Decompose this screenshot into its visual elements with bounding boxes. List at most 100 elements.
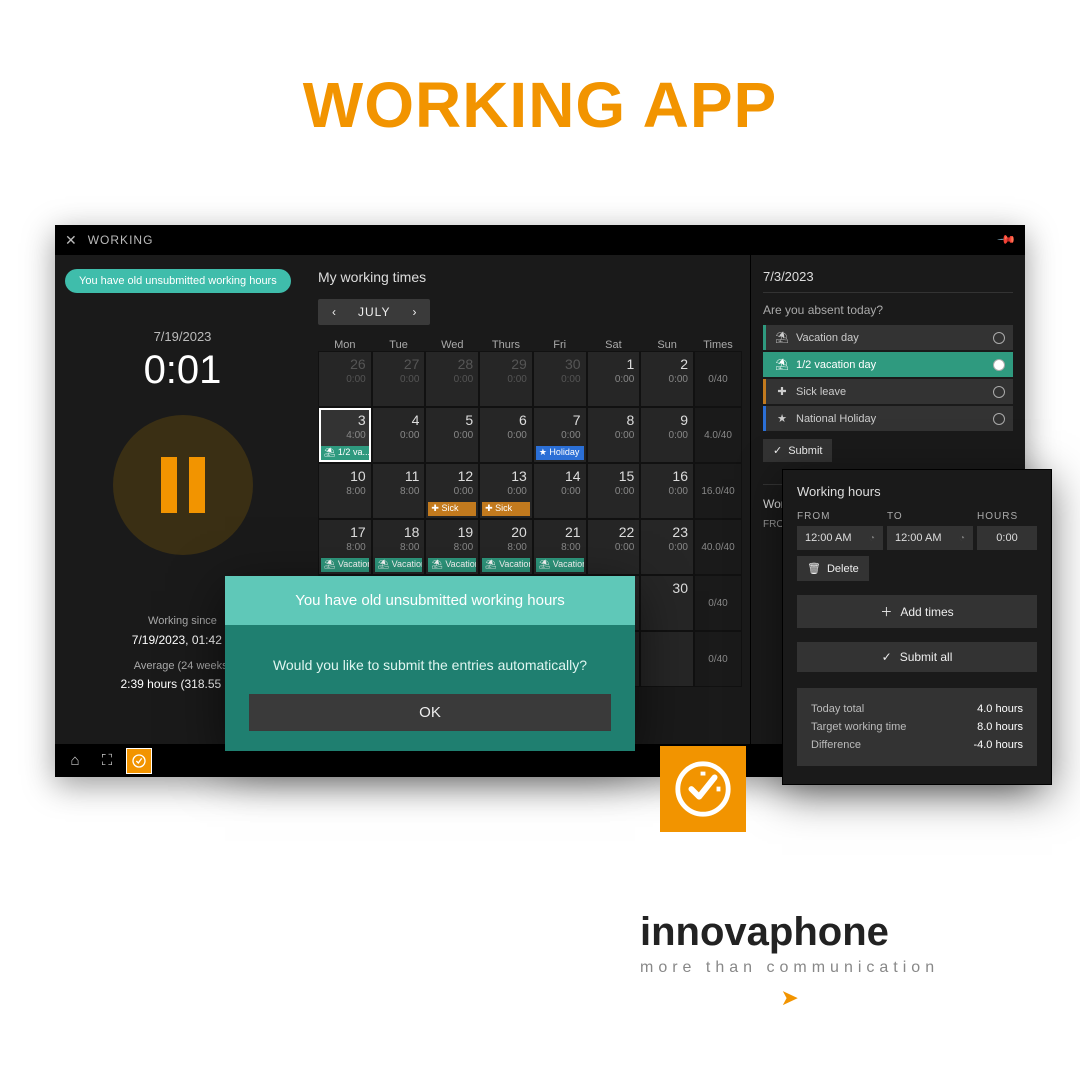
- calendar-cell[interactable]: 20:00: [640, 351, 694, 407]
- delete-label: Delete: [827, 563, 859, 575]
- calendar-cell[interactable]: 90:00: [640, 407, 694, 463]
- today-total-label: Today total: [811, 703, 864, 715]
- week-times: 0/40: [694, 351, 742, 407]
- calendar-cell[interactable]: 50:00: [425, 407, 479, 463]
- calendar-row: 260:00270:00280:00290:00300:0010:0020:00…: [318, 351, 742, 407]
- calendar-row: 108:00118:00120:00✚ Sick130:00✚ Sick140:…: [318, 463, 742, 519]
- calendar-cell[interactable]: 260:00: [318, 351, 372, 407]
- absence-label: Vacation day: [796, 332, 859, 344]
- col-from: FROM: [797, 511, 887, 522]
- submit-all-label: Submit all: [900, 650, 953, 664]
- calendar-header-cell: Wed: [425, 339, 479, 351]
- calendar-cell[interactable]: 70:00★ Holiday: [533, 407, 587, 463]
- month-navigator: ‹ JULY ›: [318, 299, 430, 325]
- prev-month-button[interactable]: ‹: [324, 303, 344, 321]
- absence-option[interactable]: ★National Holiday: [763, 406, 1013, 431]
- difference-value: -4.0 hours: [973, 739, 1023, 751]
- pause-icon: [161, 457, 205, 513]
- timer-date: 7/19/2023: [65, 329, 300, 344]
- add-times-button[interactable]: ＋ Add times: [797, 595, 1037, 628]
- next-month-button[interactable]: ›: [404, 303, 424, 321]
- calendar-cell[interactable]: 120:00✚ Sick: [425, 463, 479, 519]
- brand-tagline: more than communication: [640, 959, 939, 977]
- calendar-title: My working times: [318, 269, 742, 285]
- target-label: Target working time: [811, 721, 906, 733]
- calendar-header: MonTueWedThursFriSatSunTimes: [318, 339, 742, 351]
- day-tag: ✚ Sick: [482, 502, 530, 516]
- calendar-cell[interactable]: 208:00⛱ Vacation: [479, 519, 533, 575]
- calendar-cell[interactable]: 290:00: [479, 351, 533, 407]
- calendar-cell[interactable]: 40:00: [372, 407, 426, 463]
- calendar-cell[interactable]: 150:00: [587, 463, 641, 519]
- calendar-cell[interactable]: 300:00: [533, 351, 587, 407]
- absence-option[interactable]: ⛱1/2 vacation day: [763, 352, 1013, 377]
- submit-all-button[interactable]: ✓ Submit all: [797, 642, 1037, 672]
- calendar-cell[interactable]: 30: [640, 575, 694, 631]
- calendar-row: 34:00⛱ 1/2 va...40:0050:0060:0070:00★ Ho…: [318, 407, 742, 463]
- calendar-cell[interactable]: 140:00: [533, 463, 587, 519]
- calendar-cell[interactable]: 108:00: [318, 463, 372, 519]
- delete-button[interactable]: 🗑 Delete: [797, 556, 869, 581]
- calendar-cell[interactable]: 198:00⛱ Vacation: [425, 519, 479, 575]
- day-tag: ✚ Sick: [428, 502, 476, 516]
- notice-pill[interactable]: You have old unsubmitted working hours: [65, 269, 291, 293]
- fullscreen-icon[interactable]: ⛶: [95, 749, 119, 773]
- day-tag: ⛱ Vacation: [482, 558, 530, 572]
- to-input[interactable]: 12:00 AM◔: [887, 526, 973, 550]
- calendar-header-cell: Fri: [533, 339, 587, 351]
- window-title: WORKING: [88, 233, 154, 247]
- pin-icon[interactable]: 📌: [996, 229, 1017, 250]
- day-tag: ⛱ Vacation: [321, 558, 369, 572]
- radio-indicator: [993, 386, 1005, 398]
- day-tag: ★ Holiday: [536, 446, 584, 460]
- calendar-cell[interactable]: 270:00: [372, 351, 426, 407]
- calendar-cell[interactable]: 220:00: [587, 519, 641, 575]
- calendar-cell[interactable]: 34:00⛱ 1/2 va...: [318, 407, 372, 463]
- popup-header: You have old unsubmitted working hours: [225, 576, 635, 625]
- calendar-header-cell: Thurs: [479, 339, 533, 351]
- working-hours-panel: Working hours FROM TO HOURS 12:00 AM◔ 12…: [782, 469, 1052, 785]
- calendar-cell[interactable]: 10:00: [587, 351, 641, 407]
- panel-title: Working hours: [797, 484, 1037, 499]
- absence-option[interactable]: ⛱ Vacation day: [763, 325, 1013, 350]
- absence-icon: ✚: [774, 385, 790, 398]
- pause-button[interactable]: [113, 415, 253, 555]
- month-label: JULY: [344, 305, 404, 319]
- home-icon[interactable]: ⌂: [63, 749, 87, 773]
- calendar-cell[interactable]: 118:00: [372, 463, 426, 519]
- calendar-cell[interactable]: 130:00✚ Sick: [479, 463, 533, 519]
- absence-icon: ★: [774, 412, 790, 425]
- submit-button[interactable]: ✓ Submit: [763, 439, 832, 462]
- week-times: 4.0/40: [694, 407, 742, 463]
- calendar-cell[interactable]: 80:00: [587, 407, 641, 463]
- calendar-header-cell: Times: [694, 339, 742, 351]
- calendar-cell[interactable]: 60:00: [479, 407, 533, 463]
- calendar-cell[interactable]: 218:00⛱ Vacation: [533, 519, 587, 575]
- close-icon[interactable]: ✕: [65, 232, 78, 249]
- target-value: 8.0 hours: [977, 721, 1023, 733]
- from-input[interactable]: 12:00 AM◔: [797, 526, 883, 550]
- week-times: 40.0/40: [694, 519, 742, 575]
- radio-indicator: [993, 359, 1005, 371]
- fish-icon: ➤: [640, 985, 939, 1011]
- calendar-cell[interactable]: 280:00: [425, 351, 479, 407]
- calendar-cell[interactable]: 178:00⛱ Vacation: [318, 519, 372, 575]
- day-tag: ⛱ 1/2 va...: [321, 446, 369, 460]
- working-app-icon[interactable]: [127, 749, 151, 773]
- calendar-cell[interactable]: 230:00: [640, 519, 694, 575]
- hours-output: 0:00: [977, 526, 1037, 550]
- trash-icon: 🗑: [807, 562, 821, 575]
- check-icon: ✓: [773, 444, 782, 457]
- calendar-header-cell: Tue: [372, 339, 426, 351]
- add-times-label: Add times: [900, 605, 953, 619]
- absence-option[interactable]: ✚Sick leave: [763, 379, 1013, 404]
- calendar-header-cell: Sun: [640, 339, 694, 351]
- absence-icon: ⛱: [774, 331, 790, 344]
- absence-label: 1/2 vacation day: [796, 359, 876, 371]
- calendar-cell[interactable]: 160:00: [640, 463, 694, 519]
- ok-button[interactable]: OK: [249, 694, 611, 731]
- calendar-cell[interactable]: 188:00⛱ Vacation: [372, 519, 426, 575]
- calendar-header-cell: Sat: [587, 339, 641, 351]
- absence-list: ⛱ Vacation day ⛱1/2 vacation day✚Sick leav…: [763, 325, 1013, 431]
- calendar-cell[interactable]: [640, 631, 694, 687]
